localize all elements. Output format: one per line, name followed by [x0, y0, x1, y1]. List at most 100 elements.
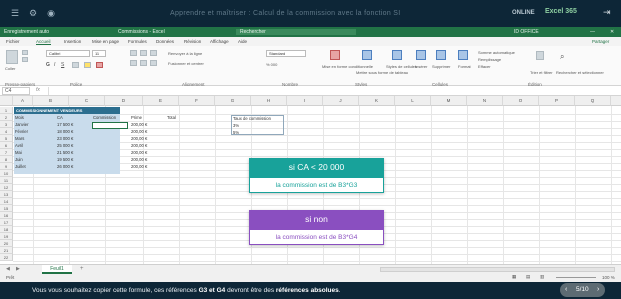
format-table-icon[interactable] [362, 50, 372, 60]
taux-g4[interactable]: 5% [232, 130, 252, 135]
search-box[interactable]: Rechercher [236, 29, 356, 35]
tab-affichage[interactable]: Affichage [210, 39, 229, 44]
cell-ca[interactable]: 26 000 € [56, 164, 86, 169]
fx-icon[interactable]: fx [36, 87, 40, 93]
row-header[interactable]: 13 [0, 191, 13, 198]
cell-prime[interactable]: 200,00 € [130, 129, 164, 134]
align-left-icon[interactable] [130, 60, 137, 66]
header-ca[interactable]: CA [56, 115, 84, 120]
cell-prime[interactable]: 200,00 € [130, 136, 164, 141]
row-header[interactable]: 18 [0, 226, 13, 233]
select-all-corner[interactable] [0, 96, 13, 106]
row-header[interactable]: 7 [0, 149, 13, 156]
paste-label[interactable]: Coller [5, 66, 15, 71]
taux-g3[interactable]: 3% [232, 123, 252, 128]
row-header[interactable]: 14 [0, 198, 13, 205]
row-header[interactable]: 2 [0, 114, 13, 121]
row-header[interactable]: 11 [0, 177, 13, 184]
column-header[interactable]: E [143, 96, 179, 106]
column-header[interactable]: L [395, 96, 431, 106]
tab-donnees[interactable]: Données [156, 39, 174, 44]
merge-center-button[interactable]: Fusionner et centrer [168, 61, 204, 66]
cell-mois[interactable]: Avril [14, 143, 42, 148]
tab-aide[interactable]: Aide [238, 39, 247, 44]
sheet-tab-feuil1[interactable]: Feuil1 [42, 265, 72, 274]
row-header[interactable]: 16 [0, 212, 13, 219]
column-header[interactable]: B [33, 96, 69, 106]
tab-insertion[interactable]: Insertion [64, 39, 81, 44]
taux-label[interactable]: Taux de commission [232, 116, 284, 121]
row-header[interactable]: 15 [0, 205, 13, 212]
bold-button[interactable]: G [46, 62, 50, 68]
cell-styles-label[interactable]: Styles de cellules [386, 64, 417, 69]
fill-button[interactable]: Remplissage [478, 57, 501, 62]
find-icon[interactable]: ⌕ [560, 52, 564, 62]
italic-button[interactable]: I [54, 62, 55, 68]
cell-prime[interactable]: 200,00 € [130, 143, 164, 148]
tab-formules[interactable]: Formules [128, 39, 147, 44]
row-header[interactable]: 4 [0, 128, 13, 135]
paste-icon[interactable] [6, 50, 18, 64]
wrap-text-button[interactable]: Renvoyer à la ligne [168, 51, 202, 56]
cell-mois[interactable]: Mai [14, 150, 42, 155]
insert-cells-icon[interactable] [416, 50, 426, 60]
row-header[interactable]: 1 [0, 107, 13, 114]
format-cells-icon[interactable] [458, 50, 468, 60]
header-commission[interactable]: Commission [92, 115, 128, 120]
column-header[interactable]: I [287, 96, 323, 106]
insert-label[interactable]: Insérer [415, 64, 427, 69]
cell-ca[interactable]: 17 500 € [56, 122, 86, 127]
cell-mois[interactable]: Juin [14, 157, 42, 162]
autosave-label[interactable]: Enregistrement auto [4, 29, 49, 35]
close-icon[interactable]: ✕ [610, 29, 614, 35]
column-header[interactable]: F [179, 96, 215, 106]
add-sheet-button[interactable]: + [80, 266, 84, 272]
format-label[interactable]: Format [458, 64, 471, 69]
cell-ca[interactable]: 21 500 € [56, 150, 86, 155]
delete-cells-icon[interactable] [436, 50, 446, 60]
exit-icon[interactable]: ⇥ [603, 7, 611, 18]
cell-mois[interactable]: Janvier [14, 122, 42, 127]
cell-prime[interactable]: 200,00 € [130, 164, 164, 169]
tab-revision[interactable]: Révision [184, 39, 201, 44]
row-header[interactable]: 5 [0, 135, 13, 142]
row-header[interactable]: 12 [0, 184, 13, 191]
cell-prime[interactable]: 200,00 € [130, 122, 164, 127]
column-header[interactable]: J [323, 96, 359, 106]
cell-prime[interactable]: 200,00 € [130, 150, 164, 155]
sort-filter-label[interactable]: Trier et filtrer [530, 70, 553, 75]
cell-ca[interactable]: 18 000 € [56, 129, 86, 134]
name-box[interactable]: C4 [2, 87, 30, 95]
column-header[interactable]: H [251, 96, 287, 106]
sort-filter-icon[interactable] [536, 51, 544, 60]
eye-icon[interactable]: ◉ [46, 8, 56, 18]
header-mois[interactable]: Mois [14, 115, 42, 120]
row-header[interactable]: 21 [0, 247, 13, 254]
percent-button[interactable]: % 000 [266, 62, 277, 67]
share-button[interactable]: Partager [592, 39, 609, 44]
cell-ca[interactable]: 19 500 € [56, 157, 86, 162]
clear-button[interactable]: Effacer [478, 64, 491, 69]
column-header[interactable]: R [611, 96, 621, 106]
underline-button[interactable]: S [61, 62, 64, 68]
align-top-icon[interactable] [130, 50, 137, 56]
row-header[interactable]: 9 [0, 163, 13, 170]
cell-ca[interactable]: 23 000 € [56, 136, 86, 141]
cell-mois[interactable]: Juillet [14, 164, 42, 169]
column-header[interactable]: M [431, 96, 467, 106]
row-header[interactable]: 6 [0, 142, 13, 149]
formula-input[interactable] [48, 87, 618, 95]
column-header[interactable]: N [467, 96, 503, 106]
font-color-icon[interactable] [96, 62, 103, 68]
row-header[interactable]: 3 [0, 121, 13, 128]
prev-sheet-icon[interactable]: ◀ [6, 266, 10, 272]
cell-mois[interactable]: Février [14, 129, 42, 134]
borders-icon[interactable] [72, 62, 79, 68]
tab-fichier[interactable]: Fichier [6, 39, 20, 44]
align-right-icon[interactable] [150, 60, 157, 66]
row-header[interactable]: 19 [0, 233, 13, 240]
normal-view-icon[interactable]: ▦ [512, 274, 516, 280]
column-header[interactable]: O [503, 96, 539, 106]
zoom-slider[interactable] [556, 277, 596, 278]
worksheet-grid[interactable]: ABCDEFGHIJKLMNOPQR 123456789101112131415… [0, 96, 621, 264]
